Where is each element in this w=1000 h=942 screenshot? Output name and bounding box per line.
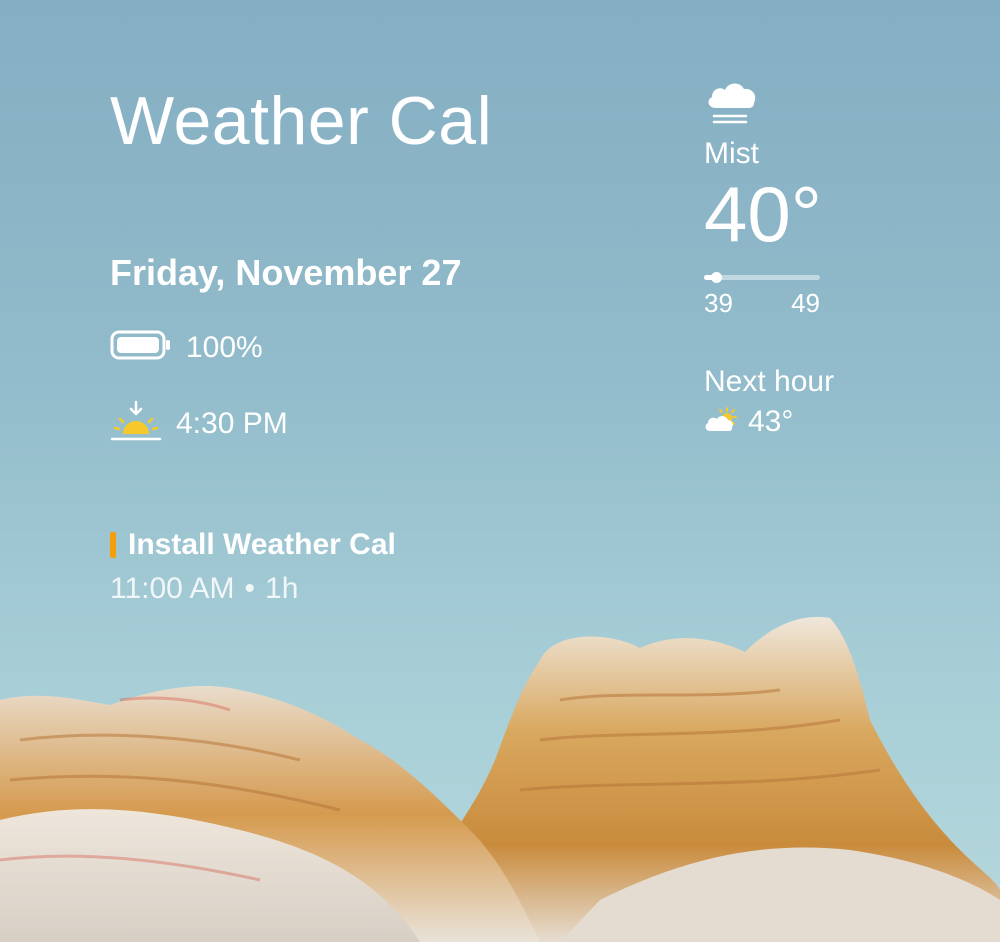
battery-level: 100%: [186, 330, 263, 364]
date-label: Friday, November 27: [110, 252, 462, 293]
battery-icon: [110, 330, 172, 365]
next-hour-forecast: 43°: [704, 405, 864, 439]
partly-sunny-icon: [704, 406, 740, 439]
calendar-event[interactable]: Install Weather Cal 11:00 AM • 1h: [110, 528, 396, 606]
event-time-row: 11:00 AM • 1h: [110, 572, 396, 606]
event-title-row: Install Weather Cal: [110, 528, 396, 562]
event-title: Install Weather Cal: [128, 528, 396, 561]
high-temperature: 49: [791, 288, 820, 318]
next-hour-temperature: 43°: [748, 405, 794, 438]
current-weather: Mist 40° 39 49 Next hour 43°: [704, 76, 864, 439]
current-temperature-marker: [710, 272, 722, 283]
event-separator: •: [244, 572, 256, 605]
next-hour-label: Next hour: [704, 365, 835, 398]
sunset-icon: [110, 400, 162, 447]
sunset-time: 4:30 PM: [176, 406, 288, 440]
event-duration: 1h: [265, 572, 299, 605]
low-temperature: 39: [704, 288, 733, 318]
event-start-time: 11:00 AM: [110, 572, 235, 605]
calendar-color-indicator: [110, 532, 116, 558]
sunset-status: 4:30 PM: [110, 400, 288, 447]
temperature-range-labels: 39 49: [704, 288, 820, 319]
weather-cal-widget: Weather Cal Friday, November 27 100% 4:3…: [0, 0, 1000, 942]
weather-condition: Mist: [704, 137, 759, 170]
battery-status: 100%: [110, 330, 263, 365]
mist-cloud-icon: [704, 83, 760, 130]
current-temperature: 40°: [704, 170, 822, 258]
widget-title: Weather Cal: [110, 83, 493, 159]
temperature-range-bar: [704, 272, 820, 283]
